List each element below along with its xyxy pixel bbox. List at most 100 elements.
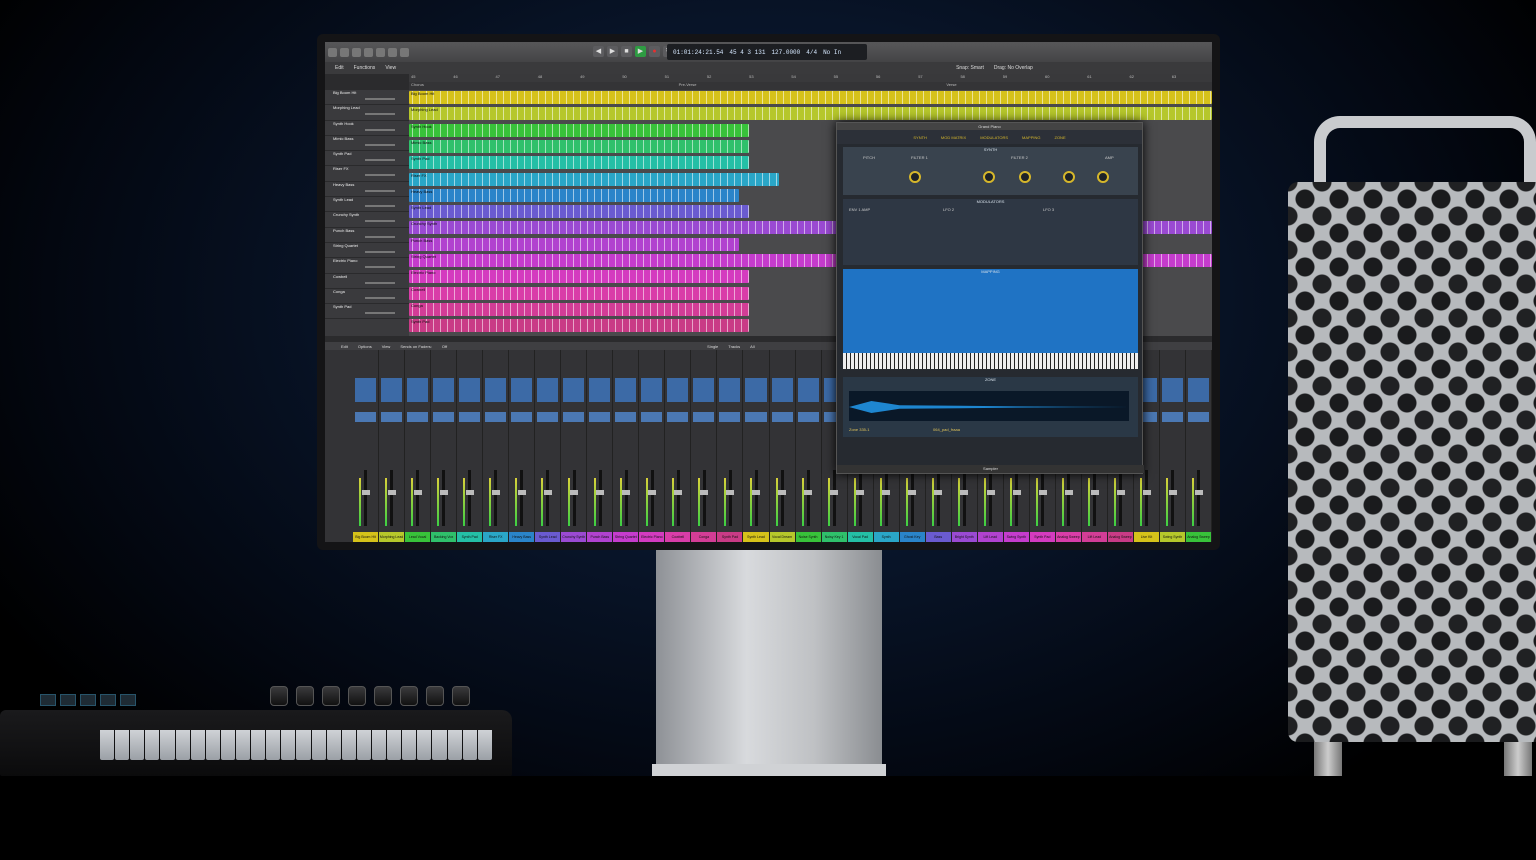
track-region[interactable]: Riser FX: [409, 172, 779, 186]
editors-button[interactable]: [400, 47, 409, 57]
mapping-keyboard[interactable]: [843, 353, 1138, 369]
send-slot[interactable]: [563, 412, 585, 422]
tab-synth[interactable]: SYNTH: [913, 135, 927, 140]
toolbar-button[interactable]: [364, 47, 373, 57]
send-slot[interactable]: [381, 412, 403, 422]
fader-cap[interactable]: [960, 490, 969, 495]
send-slot[interactable]: [667, 412, 689, 422]
zone-name[interactable]: Zone 335-1: [849, 427, 869, 432]
track-header[interactable]: Crunchy Synth: [325, 212, 409, 228]
zone-waveform[interactable]: [849, 391, 1129, 421]
track-region[interactable]: Cowbell: [409, 286, 749, 300]
strip-name[interactable]: Morphing Lead: [379, 532, 405, 542]
track-header[interactable]: String Quartet: [325, 243, 409, 259]
track-header[interactable]: Punch Bass: [325, 228, 409, 243]
eq-slot[interactable]: [797, 378, 819, 402]
eq-slot[interactable]: [511, 378, 533, 402]
stop-icon[interactable]: ■: [621, 46, 632, 57]
send-slot[interactable]: [511, 412, 533, 422]
fader-cap[interactable]: [934, 490, 943, 495]
fader-cap[interactable]: [752, 490, 761, 495]
track-region[interactable]: Electric Piano: [409, 270, 749, 284]
tab-modulators[interactable]: MODULATORS: [980, 135, 1008, 140]
strip-name[interactable]: Synth Pad: [1029, 532, 1055, 542]
eq-slot[interactable]: [589, 378, 611, 402]
track-volume-slider[interactable]: [365, 220, 395, 223]
track-volume-slider[interactable]: [365, 205, 395, 208]
track-region[interactable]: Heavy Bass: [409, 188, 739, 202]
send-slot[interactable]: [1161, 412, 1183, 422]
fader-cap[interactable]: [413, 490, 422, 495]
strip-name[interactable]: Cowbell: [665, 532, 691, 542]
eq-slot[interactable]: [693, 378, 715, 402]
track-region[interactable]: Punch Bass: [409, 237, 739, 251]
fader-cap[interactable]: [1142, 490, 1151, 495]
snap-menu[interactable]: Snap: Smart: [956, 65, 984, 71]
strip-name[interactable]: Electric Piano: [639, 532, 665, 542]
strip-name[interactable]: Synth: [873, 532, 899, 542]
drag-menu[interactable]: Drag: No Overlap: [994, 65, 1033, 71]
track-volume-slider[interactable]: [365, 296, 395, 299]
track-header[interactable]: Synth Pad: [325, 151, 409, 167]
send-slot[interactable]: [589, 412, 611, 422]
strip-name[interactable]: Conga: [691, 532, 717, 542]
fader-cap[interactable]: [1168, 490, 1177, 495]
strip-name[interactable]: String Quartet: [613, 532, 639, 542]
track-header[interactable]: Riser FX: [325, 166, 409, 182]
send-slot[interactable]: [459, 412, 481, 422]
send-slot[interactable]: [641, 412, 663, 422]
fader-cap[interactable]: [908, 490, 917, 495]
strip-name[interactable]: Riser FX: [483, 532, 509, 542]
zone-file[interactable]: 064_pad_fraaa: [933, 427, 960, 432]
mixer-view-menu[interactable]: View: [382, 344, 391, 349]
send-slot[interactable]: [433, 412, 455, 422]
strip-name[interactable]: Synth Lead: [743, 532, 769, 542]
send-slot[interactable]: [719, 412, 741, 422]
volume-knob[interactable]: [1097, 171, 1109, 183]
fader-cap[interactable]: [543, 490, 552, 495]
eq-slot[interactable]: [771, 378, 793, 402]
fader-cap[interactable]: [1116, 490, 1125, 495]
fader-cap[interactable]: [778, 490, 787, 495]
fader-cap[interactable]: [1038, 490, 1047, 495]
tab-zone[interactable]: ZONE: [1055, 135, 1066, 140]
sends-value[interactable]: Off: [442, 344, 447, 349]
send-slot[interactable]: [615, 412, 637, 422]
track-volume-slider[interactable]: [365, 98, 395, 100]
track-region[interactable]: Synth Hook: [409, 123, 749, 137]
eq-slot[interactable]: [355, 378, 377, 402]
fader-cap[interactable]: [804, 490, 813, 495]
fader-cap[interactable]: [570, 490, 578, 495]
track-header[interactable]: Synth Hook: [325, 121, 409, 136]
mixer-edit-menu[interactable]: Edit: [341, 344, 348, 349]
track-region[interactable]: Synth Lead: [409, 205, 749, 219]
fader-cap[interactable]: [1090, 490, 1099, 495]
strip-name[interactable]: Bright Synth: [951, 532, 977, 542]
rewind-icon[interactable]: ◀: [593, 46, 604, 57]
all-button[interactable]: All: [750, 344, 754, 349]
track-header[interactable]: Heavy Bass: [325, 182, 409, 198]
bar-ruler[interactable]: 45 46 47 48 49 50 51 52 53 54 55 56 57 58 59 60 61 62 63: [409, 74, 1212, 82]
view-menu[interactable]: View: [385, 65, 396, 71]
strip-name[interactable]: Backing Vox: [431, 532, 457, 542]
eq-slot[interactable]: [641, 378, 663, 402]
strip-name[interactable]: Analog Sweep: [1186, 532, 1212, 542]
track-volume-slider[interactable]: [365, 128, 395, 131]
eq-slot[interactable]: [537, 378, 559, 402]
send-slot[interactable]: [1188, 412, 1210, 422]
send-slot[interactable]: [537, 412, 559, 422]
marker-pre-verse[interactable]: Pre-Verse: [677, 82, 945, 90]
track-header[interactable]: Cowbell: [325, 274, 409, 289]
tab-mapping[interactable]: MAPPING: [1022, 135, 1040, 140]
track-region[interactable]: Mimic Bass: [409, 139, 749, 153]
track-volume-slider[interactable]: [365, 113, 395, 116]
filter2-cutoff-knob[interactable]: [1019, 171, 1031, 183]
fader-cap[interactable]: [517, 490, 526, 495]
strip-name[interactable]: Synth Lead: [535, 532, 561, 542]
fader-cap[interactable]: [726, 490, 735, 495]
eq-slot[interactable]: [485, 378, 507, 402]
fader-cap[interactable]: [674, 490, 683, 495]
forward-icon[interactable]: ▶: [607, 46, 618, 57]
send-slot[interactable]: [771, 412, 793, 422]
strip-name[interactable]: Heavy Bass: [509, 532, 535, 542]
